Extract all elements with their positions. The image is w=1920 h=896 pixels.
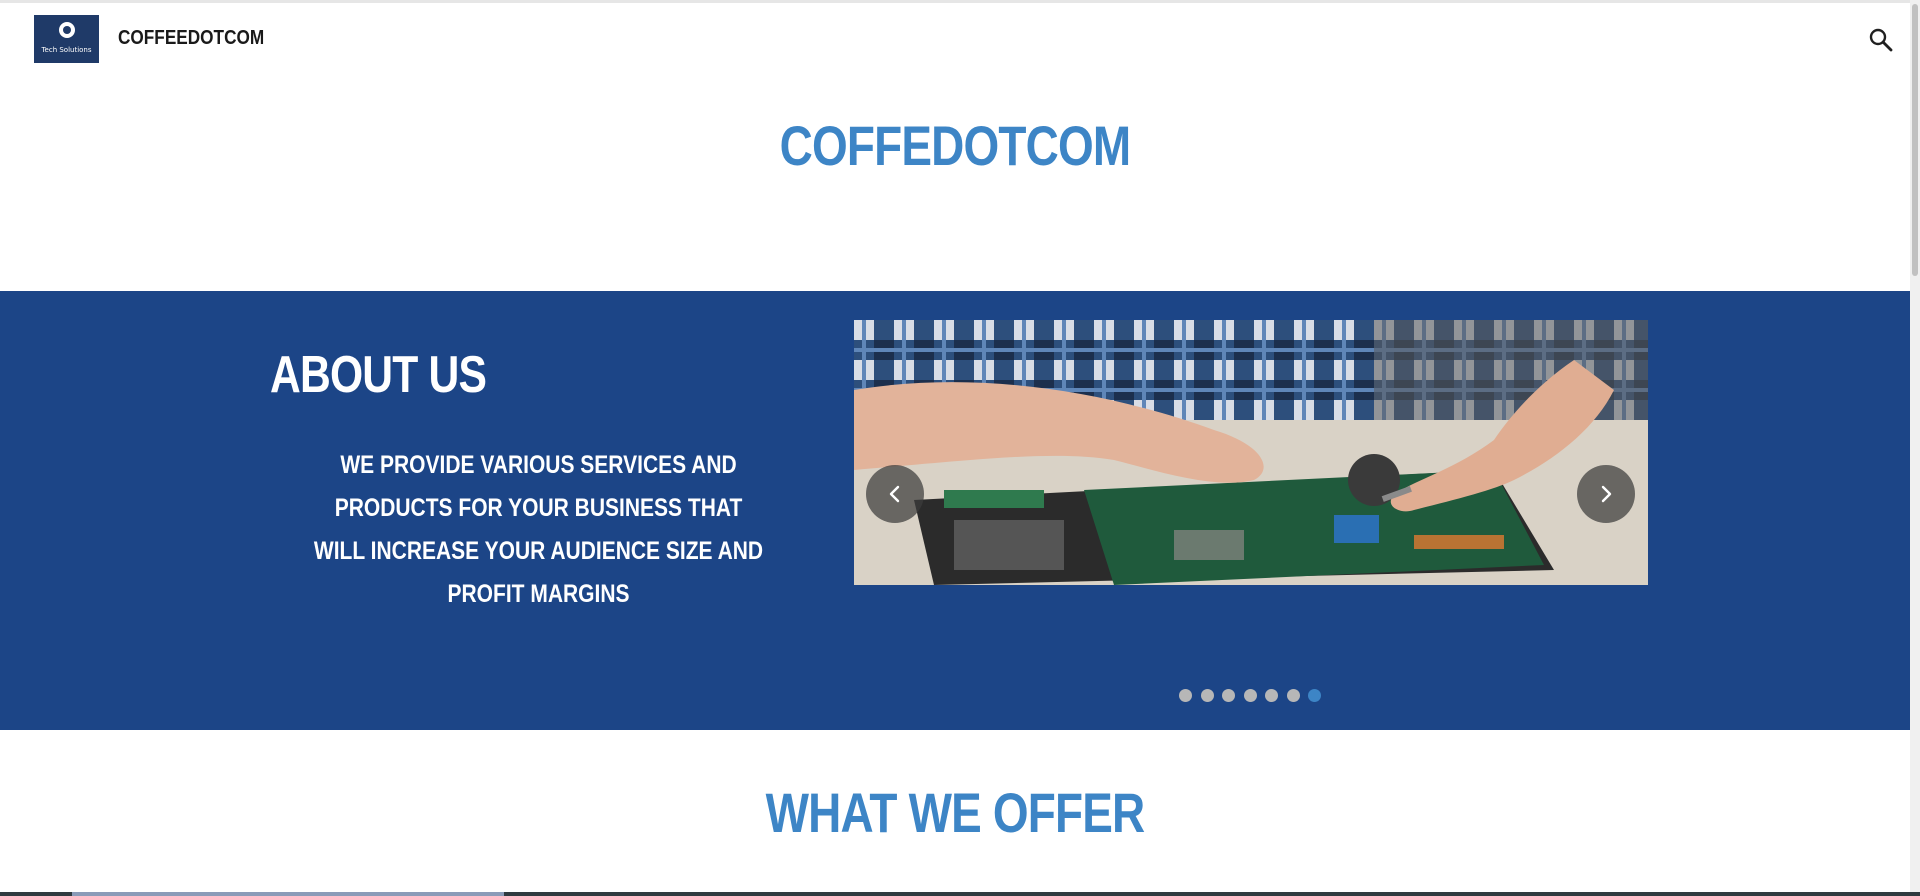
- about-heading: ABOUT US: [270, 346, 487, 404]
- site-logo[interactable]: Tech Solutions: [34, 15, 99, 63]
- carousel-dot[interactable]: [1286, 689, 1300, 702]
- search-icon: [1869, 28, 1893, 52]
- carousel-dot[interactable]: [1243, 689, 1257, 702]
- carousel-dot[interactable]: [1265, 689, 1278, 702]
- site-name[interactable]: COFFEEDOTCOM: [118, 27, 264, 50]
- carousel-prev-button[interactable]: [866, 465, 924, 523]
- scrollbar-thumb[interactable]: [1912, 4, 1918, 276]
- page: Tech Solutions COFFEEDOTCOM COFFEDOTCOM …: [0, 0, 1910, 896]
- search-button[interactable]: [1868, 27, 1894, 53]
- taskbar-active-segment: [72, 892, 504, 896]
- header: Tech Solutions COFFEEDOTCOM: [0, 3, 1910, 73]
- carousel-dot[interactable]: [1179, 689, 1192, 702]
- scrollbar[interactable]: [1910, 0, 1920, 896]
- chevron-right-icon: [1601, 485, 1612, 503]
- carousel-dot[interactable]: [1222, 689, 1235, 702]
- image-carousel[interactable]: [854, 320, 1648, 585]
- hero-title: COFFEDOTCOM: [779, 114, 1131, 177]
- carousel-next-button[interactable]: [1577, 465, 1635, 523]
- logo-text: Tech Solutions: [41, 46, 92, 54]
- carousel-image: [854, 320, 1648, 585]
- about-text: WE PROVIDE VARIOUS SERVICES AND PRODUCTS…: [313, 451, 764, 608]
- logo-emblem-icon: [59, 22, 75, 38]
- taskbar-strip: [0, 892, 1920, 896]
- carousel-dot[interactable]: [1200, 689, 1214, 702]
- carousel-dot[interactable]: [1308, 689, 1321, 702]
- chevron-left-icon: [889, 485, 900, 503]
- about-section: ABOUT US WE PROVIDE VARIOUS SERVICES AND…: [0, 291, 1910, 730]
- offer-title: WHAT WE OFFER: [765, 781, 1146, 844]
